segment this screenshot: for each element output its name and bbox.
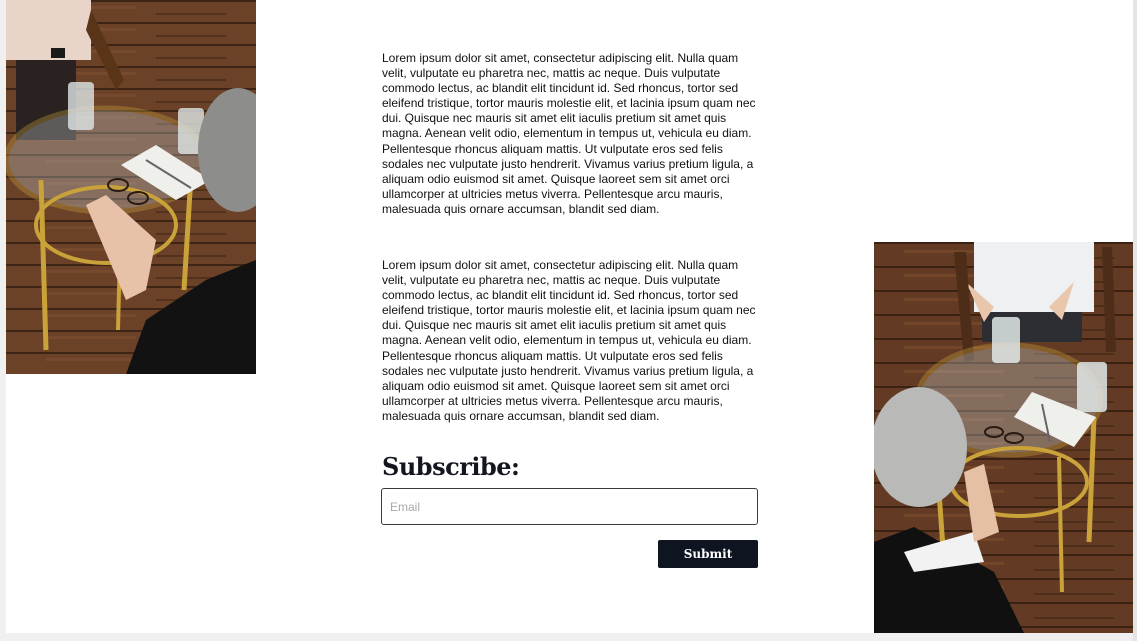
- body-paragraph-1: Lorem ipsum dolor sit amet, consectetur …: [382, 51, 756, 216]
- scrollbar-track[interactable]: [1133, 0, 1137, 641]
- email-field[interactable]: [381, 488, 758, 525]
- submit-button[interactable]: Submit: [658, 540, 758, 568]
- body-paragraph-2: Lorem ipsum dolor sit amet, consectetur …: [382, 258, 756, 423]
- therapy-session-photo-left: [6, 0, 256, 374]
- subscribe-heading: Subscribe:: [382, 452, 520, 481]
- page: Lorem ipsum dolor sit amet, consectetur …: [6, 0, 1133, 633]
- therapy-session-photo-right: [874, 242, 1133, 633]
